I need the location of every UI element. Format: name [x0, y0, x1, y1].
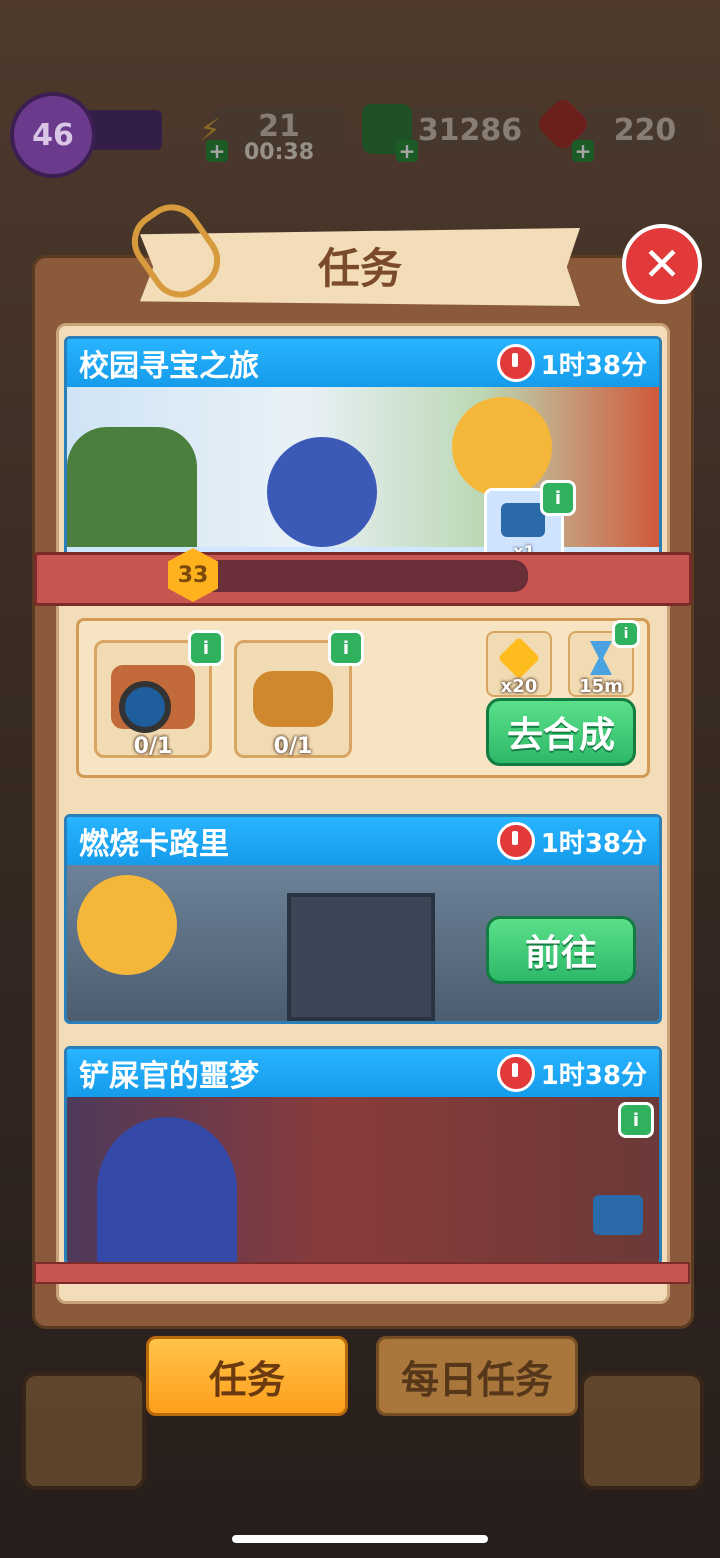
clock-icon [496, 344, 535, 382]
clipboard-star-icon[interactable] [580, 1372, 704, 1490]
reward-info-icon[interactable]: i [540, 480, 576, 516]
bonus-coin: x20 [486, 631, 552, 697]
task-title: 铲屎官的噩梦 [79, 1059, 259, 1094]
chest-icon [501, 503, 545, 537]
hourglass-icon [590, 641, 612, 675]
home-indicator[interactable] [232, 1535, 488, 1543]
task-card-3[interactable]: 铲屎官的噩梦 1时38分 [64, 1046, 662, 1266]
cat-character [97, 1117, 237, 1263]
back-arrow-icon[interactable] [22, 1372, 146, 1490]
binoculars-info-icon[interactable]: i [328, 630, 364, 666]
requirement-progress: 0/1 [133, 734, 173, 759]
clock-icon [496, 1054, 535, 1092]
bonus-count: x20 [500, 676, 538, 697]
boy-character [452, 397, 552, 497]
close-button[interactable]: ✕ [622, 224, 702, 304]
treadmill [287, 893, 435, 1021]
player-level-badge[interactable]: 46 [10, 92, 96, 178]
go-button[interactable]: 前往 [486, 916, 636, 984]
boy-character [77, 875, 177, 975]
tab-tasks[interactable]: 任务 [146, 1336, 348, 1416]
task-title: 燃烧卡路里 [79, 827, 229, 862]
panel-bottom-strip [34, 1262, 690, 1284]
task-scene-image [67, 387, 659, 547]
task-scene-image [67, 1097, 659, 1263]
task-timer: 1时38分 [496, 344, 647, 382]
synthesize-button[interactable]: 去合成 [486, 698, 636, 766]
task-timer: 1时38分 [496, 1054, 647, 1092]
cat-character [267, 437, 377, 547]
task-card-header: 铲屎官的噩梦 1时38分 [67, 1049, 659, 1097]
camera-info-icon[interactable]: i [188, 630, 224, 666]
task-card-header: 校园寻宝之旅 1时38分 [67, 339, 659, 387]
task-card-1[interactable]: 校园寻宝之旅 1时38分 [64, 336, 662, 558]
task-timer-text: 1时38分 [540, 828, 647, 859]
task-progress-bar [170, 560, 528, 592]
plant-decoration [67, 427, 197, 547]
coin-icon [497, 636, 541, 680]
requirement-progress: 0/1 [273, 734, 313, 759]
task-title: 校园寻宝之旅 [79, 349, 259, 384]
binoculars-icon [253, 671, 333, 727]
task-card-header: 燃烧卡路里 1时38分 [67, 817, 659, 865]
task-timer: 1时38分 [496, 822, 647, 860]
tab-daily-tasks[interactable]: 每日任务 [376, 1336, 578, 1416]
task-timer-text: 1时38分 [540, 350, 647, 381]
task-info-icon[interactable]: i [618, 1102, 654, 1138]
bonus-count: 15m [579, 676, 623, 697]
clock-icon [496, 822, 535, 860]
task-timer-text: 1时38分 [540, 1060, 647, 1091]
camera-lens [119, 681, 171, 733]
chest-icon [593, 1195, 643, 1235]
hourglass-info-icon[interactable]: i [612, 620, 640, 648]
